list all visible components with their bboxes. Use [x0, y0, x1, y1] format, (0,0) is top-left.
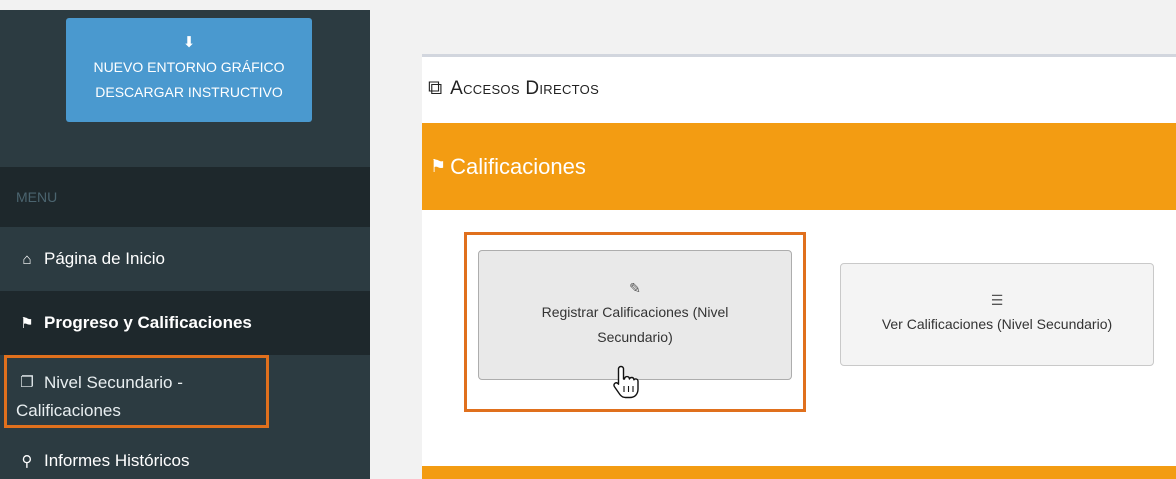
- sidebar-item-label: Informes Históricos: [44, 451, 190, 470]
- next-section-header: [422, 466, 1176, 479]
- register-grades-line1: Registrar Calificaciones (Nivel: [541, 304, 729, 320]
- panel-title: ⧉ Accesos Directos: [428, 77, 599, 100]
- menu-header: MENU: [0, 167, 370, 227]
- sidebar: ⬇ NUEVO ENTORNO GRÁFICO DESCARGAR INSTRU…: [0, 10, 370, 479]
- sidebar-item-label: Nivel Secundario - Calificaciones: [16, 369, 183, 425]
- download-instructions-button[interactable]: ⬇ NUEVO ENTORNO GRÁFICO DESCARGAR INSTRU…: [66, 18, 312, 122]
- list-icon: ☰: [990, 292, 1004, 308]
- register-grades-line2: Secundario): [597, 329, 673, 345]
- section-title: Calificaciones: [450, 153, 586, 179]
- edit-icon: ✎: [629, 280, 641, 296]
- sidebar-item-history-reports[interactable]: ⚲ Informes Históricos: [0, 431, 370, 479]
- flag-icon: ⚑: [430, 156, 447, 176]
- section-header: ⚑ Calificaciones: [422, 123, 1176, 210]
- panel-title-text: Accesos Directos: [450, 78, 600, 99]
- view-grades-label: Ver Calificaciones (Nivel Secundario): [881, 316, 1113, 332]
- key-icon: ⚲: [21, 453, 33, 470]
- home-icon: ⌂: [22, 250, 32, 268]
- sidebar-item-label-line1: Nivel Secundario -: [44, 373, 183, 392]
- download-icon: ⬇: [182, 34, 196, 51]
- copy-icon: ❐: [20, 374, 34, 391]
- sidebar-item-progress[interactable]: ⚑ Progreso y Calificaciones: [0, 291, 370, 355]
- external-link-icon: ⧉: [428, 77, 443, 99]
- register-grades-button[interactable]: ✎ Registrar Calificaciones (Nivel Secund…: [478, 250, 792, 380]
- sidebar-item-home[interactable]: ⌂ Página de Inicio: [0, 227, 370, 291]
- download-button-line2: DESCARGAR INSTRUCTIVO: [95, 84, 283, 100]
- download-button-line1: NUEVO ENTORNO GRÁFICO: [93, 59, 285, 75]
- sidebar-item-label: Progreso y Calificaciones: [44, 313, 252, 332]
- sidebar-item-label: Página de Inicio: [44, 249, 165, 268]
- sidebar-item-secondary-grades[interactable]: ❐ Nivel Secundario - Calificaciones: [0, 355, 370, 431]
- view-grades-button[interactable]: ☰ Ver Calificaciones (Nivel Secundario): [840, 263, 1154, 366]
- flag-icon: ⚑: [20, 315, 34, 332]
- sidebar-item-label-line2: Calificaciones: [16, 401, 121, 420]
